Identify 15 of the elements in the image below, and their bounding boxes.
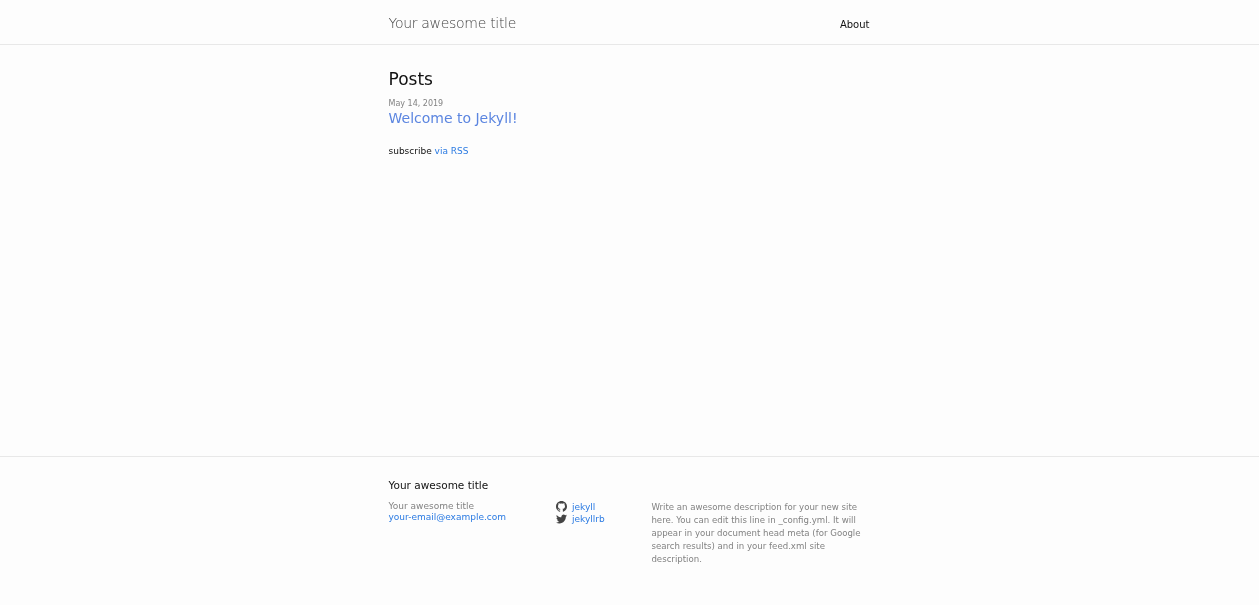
post-title-link[interactable]: Welcome to Jekyll! xyxy=(388,110,871,126)
site-description: Write an awesome description for your new site here. You can edit this line in _config.yml. It will appear in your document head meta (for Google search results) and in your feed.xml site description. xyxy=(651,501,862,566)
subscribe-label: subscribe xyxy=(388,146,432,156)
page-heading: Posts xyxy=(388,69,434,89)
footer-heading: Your awesome title xyxy=(388,479,490,491)
footer-site-name: Your awesome title xyxy=(388,501,475,511)
github-icon xyxy=(556,501,567,512)
rss-link[interactable]: via RSS xyxy=(434,146,469,156)
email-link[interactable]: your-email@example.com xyxy=(388,512,556,522)
post-date: May 14, 2019 xyxy=(388,99,445,108)
bird-icon xyxy=(556,514,567,524)
nav-link[interactable]: About xyxy=(839,19,870,30)
site-title[interactable]: Your awesome title xyxy=(388,14,516,31)
social-link[interactable]: jekyllrb xyxy=(572,514,605,524)
social-link[interactable]: jekyll xyxy=(572,501,596,512)
